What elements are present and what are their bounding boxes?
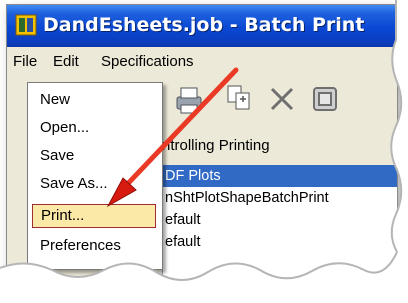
list-item[interactable]: efault <box>163 231 200 253</box>
delete-x-icon[interactable] <box>269 86 295 112</box>
batch-print-window: DandEsheets.job - Batch Print File Edit … <box>6 4 398 282</box>
list-item[interactable]: DF Plots <box>163 165 397 187</box>
menu-bar: File Edit Specifications <box>7 47 397 73</box>
menu-item-save[interactable]: Save <box>30 144 158 168</box>
list-item[interactable]: nShtPlotShapeBatchPrint <box>163 187 329 209</box>
main-panel: ntrolling Printing DF Plots nShtPlotShap… <box>162 125 397 281</box>
file-dropdown-menu: New Open... Save Save As... Print... Pre… <box>27 82 163 270</box>
printer-icon[interactable] <box>173 85 205 115</box>
microstation-icon <box>15 14 37 36</box>
list-item[interactable]: efault <box>163 209 200 231</box>
window-title: DandEsheets.job - Batch Print <box>43 14 365 36</box>
menu-item-preferences[interactable]: Preferences <box>30 234 158 258</box>
menu-item-new[interactable]: New <box>30 88 158 112</box>
menu-specifications[interactable]: Specifications <box>101 53 194 70</box>
copy-pages-icon[interactable] <box>225 83 255 113</box>
menu-item-print[interactable]: Print... <box>32 204 156 228</box>
window-icon[interactable] <box>311 85 339 113</box>
batch-list: DF Plots nShtPlotShapeBatchPrint efault … <box>162 165 397 281</box>
menu-item-open[interactable]: Open... <box>30 116 158 140</box>
title-bar: DandEsheets.job - Batch Print <box>7 5 397 47</box>
menu-file[interactable]: File <box>13 53 37 70</box>
group-label: ntrolling Printing <box>162 137 270 154</box>
menu-item-save-as[interactable]: Save As... <box>30 172 158 196</box>
menu-edit[interactable]: Edit <box>53 53 79 70</box>
